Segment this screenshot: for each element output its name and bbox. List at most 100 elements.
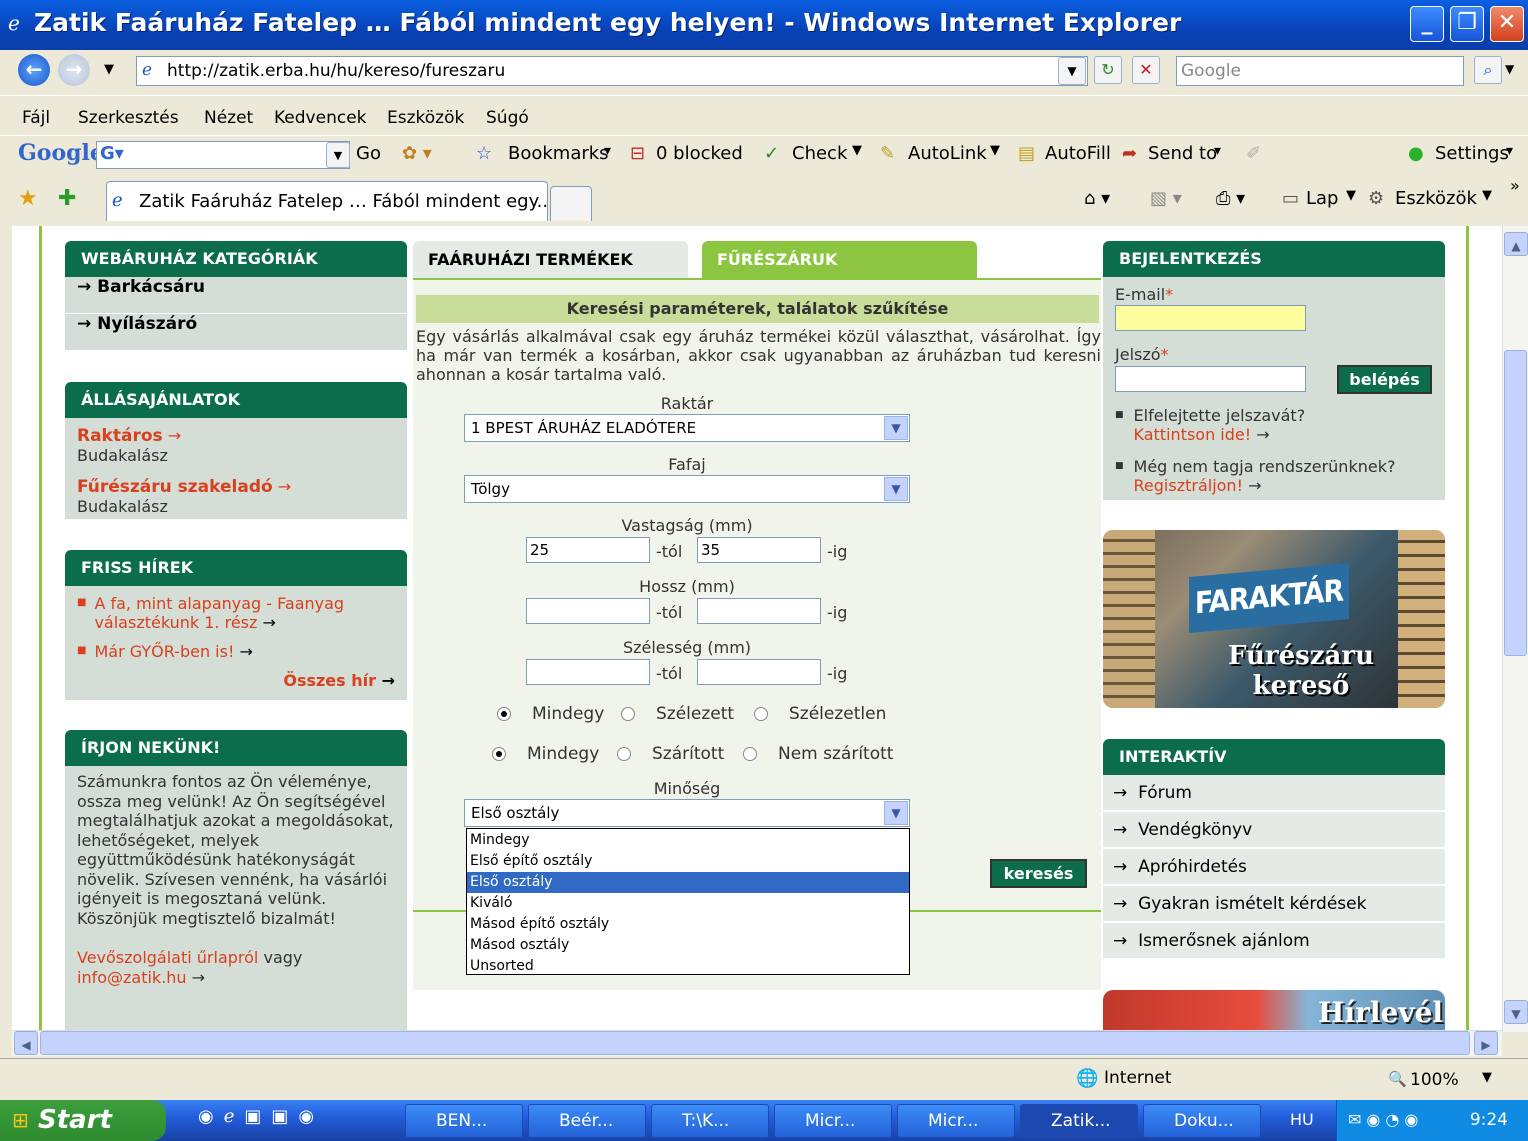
check-button[interactable]: Check xyxy=(792,143,847,164)
forward-icon[interactable]: → xyxy=(58,54,90,86)
tab-fureszaruk[interactable]: FŰRÉSZÁRUK xyxy=(702,241,977,279)
job-title[interactable]: Fűrészáru szakeladó xyxy=(77,477,273,497)
radio-nem-szaritott[interactable] xyxy=(743,746,757,765)
tab-faaruhazi-termekek[interactable]: FAÁRUHÁZI TERMÉKEK xyxy=(413,241,688,279)
raktar-select[interactable]: 1 BPEST ÁRUHÁZ ELADÓTERE ▼ xyxy=(464,414,910,442)
taskbar-item[interactable]: Doku... xyxy=(1143,1104,1261,1138)
szelesseg-from-input[interactable] xyxy=(526,659,650,685)
close-button[interactable]: ✕ xyxy=(1490,6,1524,42)
dropdown-option-selected[interactable]: Első osztály xyxy=(467,872,909,893)
tray-icons[interactable]: ✉◉◔◉ xyxy=(1348,1110,1423,1129)
contact-email-link[interactable]: info@zatik.hu xyxy=(77,968,187,987)
radio-szaritott[interactable] xyxy=(617,746,631,765)
hossz-from-input[interactable] xyxy=(526,598,650,624)
zoom-level[interactable]: 100% xyxy=(1410,1070,1459,1090)
toolbar-overflow-icon[interactable]: » xyxy=(1510,176,1520,195)
tools-dropdown-icon[interactable]: ▼ xyxy=(1482,188,1492,203)
popup-blocked-button[interactable]: 0 blocked xyxy=(656,143,743,164)
contact-form-link[interactable]: Vevőszolgálati űrlapról xyxy=(77,948,258,967)
language-indicator[interactable]: HU xyxy=(1290,1110,1314,1129)
add-favorite-icon[interactable]: ✚ xyxy=(58,186,76,211)
taskbar-item[interactable]: BEN... xyxy=(405,1104,523,1138)
newsletter-banner[interactable]: Hírlevél xyxy=(1103,990,1445,1030)
link-guestbook[interactable]: → Vendégkönyv xyxy=(1103,812,1445,849)
stop-icon[interactable]: ✕ xyxy=(1132,56,1160,84)
print-icon[interactable]: ⎙ ▾ xyxy=(1216,188,1245,209)
chevron-down-icon[interactable]: ▼ xyxy=(884,416,908,440)
fafaj-select[interactable]: Tölgy ▼ xyxy=(464,475,910,503)
tools-menu-button[interactable]: Eszközök xyxy=(1395,188,1477,209)
job-item[interactable]: Raktáros → xyxy=(77,426,395,446)
job-title[interactable]: Raktáros xyxy=(77,426,163,446)
news-link[interactable]: A fa, mint alapanyag - Faanyag választék… xyxy=(94,594,344,632)
dropdown-option[interactable]: Másod építő osztály xyxy=(467,914,909,935)
taskbar-item[interactable]: T:\K... xyxy=(651,1104,769,1138)
back-icon[interactable]: ← xyxy=(18,54,50,86)
autolink-button[interactable]: AutoLink xyxy=(908,143,987,164)
bookmarks-button[interactable]: Bookmarks xyxy=(508,143,609,164)
history-dropdown-icon[interactable]: ▼ xyxy=(104,62,114,77)
scroll-right-icon[interactable]: ▶ xyxy=(1474,1031,1498,1055)
dropdown-option[interactable]: Kiváló xyxy=(467,893,909,914)
google-toolbar-input[interactable] xyxy=(96,141,350,169)
minoseg-select[interactable]: Első osztály ▼ xyxy=(464,799,910,827)
taskbar-item-active[interactable]: Zatik... xyxy=(1020,1104,1138,1138)
job-item[interactable]: Fűrészáru szakeladó → xyxy=(77,477,395,497)
autofill-button[interactable]: AutoFill xyxy=(1045,143,1111,164)
address-dropdown-icon[interactable]: ▼ xyxy=(1058,57,1086,85)
news-link[interactable]: Már GYŐR-ben is! xyxy=(94,642,234,661)
scroll-left-icon[interactable]: ◀ xyxy=(14,1031,38,1055)
faraktar-banner[interactable]: FARAKTÁR Fűrészáru kereső xyxy=(1103,530,1445,708)
menu-file[interactable]: Fájl xyxy=(22,108,50,128)
page-menu-button[interactable]: Lap xyxy=(1306,188,1338,209)
minimize-button[interactable]: _ xyxy=(1410,6,1444,42)
vastagsag-to-input[interactable]: 35 xyxy=(697,537,821,563)
radio-szelezetlen[interactable] xyxy=(754,706,768,725)
zoom-dropdown-icon[interactable]: ▼ xyxy=(1482,1070,1492,1085)
category-nyilaszaro[interactable]: → Nyílászáró xyxy=(65,314,407,351)
email-input[interactable] xyxy=(1115,305,1306,331)
maximize-button[interactable]: ❐ xyxy=(1450,6,1484,42)
link-faq[interactable]: → Gyakran ismételt kérdések xyxy=(1103,886,1445,923)
dropdown-option[interactable]: Mindegy xyxy=(467,830,909,851)
bookmarks-dropdown-icon[interactable]: ▾ xyxy=(604,143,611,159)
menu-view[interactable]: Nézet xyxy=(204,108,253,128)
hossz-to-input[interactable] xyxy=(697,598,821,624)
check-dropdown-icon[interactable]: ▼ xyxy=(852,143,862,158)
login-button[interactable]: belépés xyxy=(1337,365,1432,394)
scroll-up-icon[interactable]: ▲ xyxy=(1504,232,1528,256)
settings-button[interactable]: Settings xyxy=(1435,143,1509,164)
radio-mindegy-2[interactable] xyxy=(492,746,506,765)
search-input[interactable]: Google xyxy=(1176,56,1464,86)
radio-mindegy-1[interactable] xyxy=(497,706,511,725)
quick-launch-icons[interactable]: ◉ℯ▣▣◉ xyxy=(198,1106,324,1127)
radio-szelezett[interactable] xyxy=(621,706,635,725)
taskbar-item[interactable]: Micr... xyxy=(897,1104,1015,1138)
address-input[interactable]: http://zatik.erba.hu/hu/kereso/fureszaru xyxy=(136,56,1088,86)
menu-help[interactable]: Súgó xyxy=(486,108,529,128)
category-barkacsaru[interactable]: → Barkácsáru xyxy=(65,277,407,314)
sendto-dropdown-icon[interactable]: ▾ xyxy=(1214,143,1221,159)
news-item[interactable]: ■ Már GYŐR-ben is! → xyxy=(77,642,395,661)
chevron-down-icon[interactable]: ▼ xyxy=(884,477,908,501)
favorites-star-icon[interactable]: ★ xyxy=(18,186,38,211)
home-icon[interactable]: ⌂ ▾ xyxy=(1084,188,1110,209)
feeds-icon[interactable]: ▧ ▾ xyxy=(1150,188,1182,209)
chevron-down-icon[interactable]: ▼ xyxy=(884,801,908,825)
link-recommend[interactable]: → Ismerősnek ajánlom xyxy=(1103,923,1445,960)
all-news-link[interactable]: Összes hír → xyxy=(77,671,395,690)
google-options-icon[interactable]: ✿ ▾ xyxy=(402,143,432,164)
horizontal-scroll-thumb[interactable] xyxy=(40,1031,1470,1055)
settings-dropdown-icon[interactable]: ▾ xyxy=(1506,143,1513,159)
password-input[interactable] xyxy=(1115,366,1306,392)
sendto-button[interactable]: Send to xyxy=(1148,143,1217,164)
dropdown-option[interactable]: Unsorted xyxy=(467,956,909,977)
new-tab-button[interactable] xyxy=(550,186,592,221)
link-classifieds[interactable]: → Apróhirdetés xyxy=(1103,849,1445,886)
search-button[interactable]: keresés xyxy=(990,859,1087,888)
menu-favorites[interactable]: Kedvencek xyxy=(274,108,367,128)
menu-tools[interactable]: Eszközök xyxy=(387,108,464,128)
autolink-dropdown-icon[interactable]: ▼ xyxy=(990,143,1000,158)
taskbar-item[interactable]: Beér... xyxy=(528,1104,646,1138)
google-go-button[interactable]: Go xyxy=(356,143,381,164)
